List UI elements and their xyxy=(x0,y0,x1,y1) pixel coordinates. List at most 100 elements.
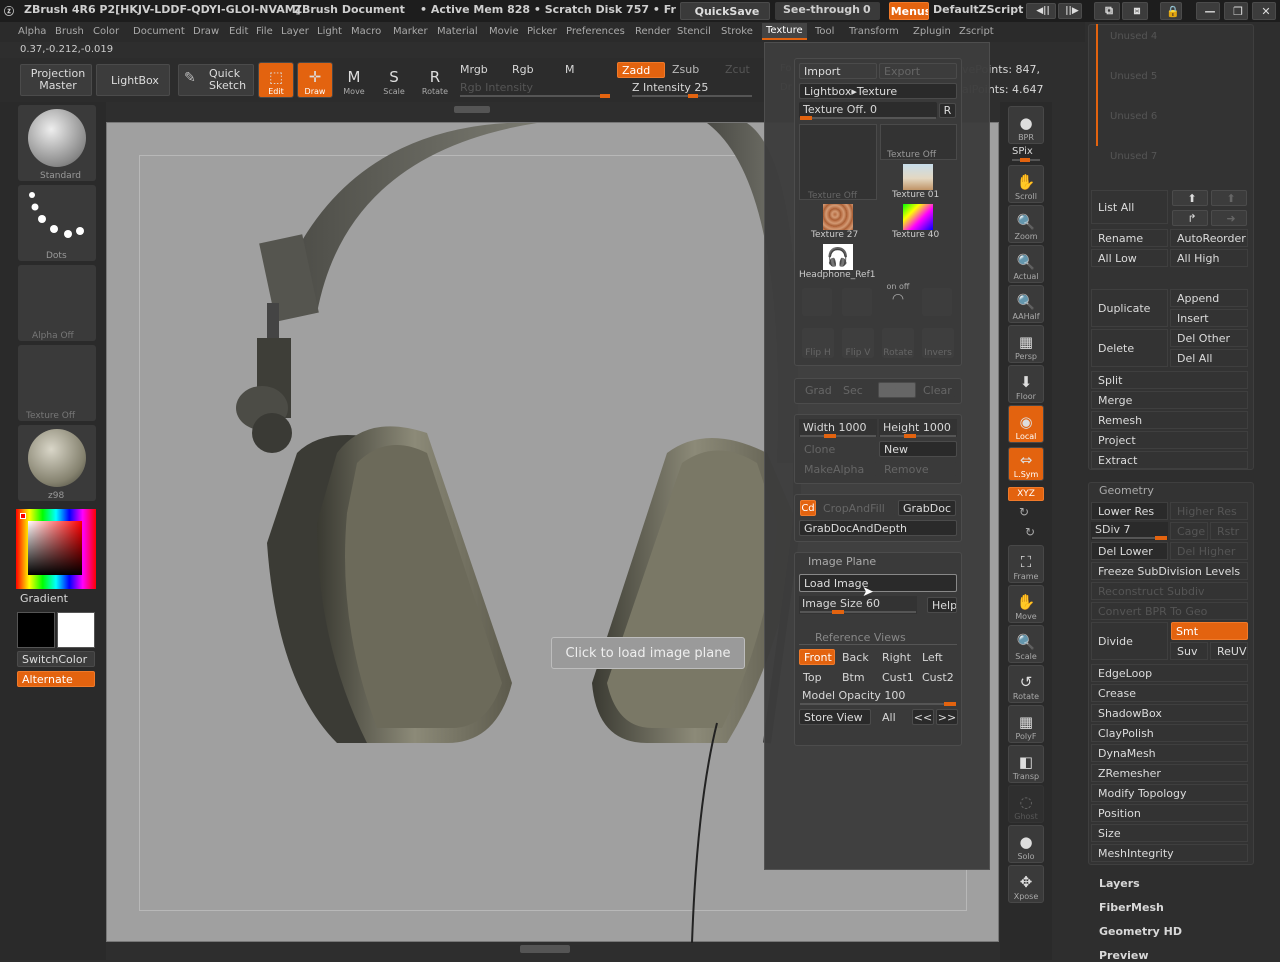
subtool-slot-5[interactable]: Unused 5 xyxy=(1110,71,1157,82)
move-view-button[interactable]: ✋ Move xyxy=(1008,585,1044,623)
quicksave-button[interactable]: QuickSave xyxy=(680,2,770,20)
bpr-button[interactable]: ● BPR xyxy=(1008,106,1044,144)
reference-views-header[interactable]: Reference Views xyxy=(815,631,906,644)
next-view-button[interactable]: >> xyxy=(936,709,958,725)
spix-track[interactable] xyxy=(1012,158,1040,162)
menu-render[interactable]: Render xyxy=(635,26,671,37)
texture-index-track[interactable] xyxy=(800,116,936,120)
lower-res-button[interactable]: Lower Res xyxy=(1091,502,1168,520)
remove-button[interactable]: Remove xyxy=(879,461,957,477)
lock-icon[interactable]: 🔒 xyxy=(1160,2,1182,20)
rotate-mode-button[interactable]: R Rotate xyxy=(417,62,453,98)
menu-layer[interactable]: Layer xyxy=(281,26,309,37)
scale-mode-button[interactable]: S Scale xyxy=(376,62,412,98)
on-off-toggle[interactable]: on off ◠ xyxy=(882,282,914,316)
dynamesh-menu[interactable]: DynaMesh xyxy=(1091,744,1248,762)
sdiv-track[interactable] xyxy=(1092,536,1167,540)
menu-stroke[interactable]: Stroke xyxy=(721,26,753,37)
xyz-button[interactable]: XYZ xyxy=(1008,487,1044,501)
menu-texture[interactable]: Texture xyxy=(762,23,807,40)
remesh-button[interactable]: Remesh xyxy=(1091,411,1248,429)
polyf-button[interactable]: ▦ PolyF xyxy=(1008,705,1044,743)
rgb-intensity-track[interactable] xyxy=(460,94,610,98)
zadd-button[interactable]: Zadd xyxy=(617,62,665,78)
merge-button[interactable]: Merge xyxy=(1091,391,1248,409)
shadowbox-menu[interactable]: ShadowBox xyxy=(1091,704,1248,722)
menu-light[interactable]: Light xyxy=(317,26,342,37)
scroll-right-icon[interactable]: ||▶ xyxy=(1058,3,1082,19)
del-other-button[interactable]: Del Other xyxy=(1170,329,1248,347)
switchcolor-button[interactable]: SwitchColor xyxy=(17,651,95,667)
scale-view-button[interactable]: 🔍 Scale xyxy=(1008,625,1044,663)
help-button[interactable]: Help xyxy=(927,597,957,613)
move-up-icon[interactable]: ⬆ xyxy=(1172,190,1208,206)
clear-button[interactable]: Clear xyxy=(918,382,956,398)
texture-thumb-27[interactable]: Texture 27 xyxy=(799,202,877,240)
subtool-slot-4[interactable]: Unused 4 xyxy=(1110,31,1157,42)
previous-view-button[interactable]: << xyxy=(912,709,934,725)
menu-stencil[interactable]: Stencil xyxy=(677,26,711,37)
size-menu[interactable]: Size xyxy=(1091,824,1248,842)
menu-document[interactable]: Document xyxy=(133,26,185,37)
invert-button[interactable]: Invers xyxy=(922,328,954,358)
left-view-button[interactable]: Left xyxy=(922,651,943,664)
geometry-header[interactable]: Geometry xyxy=(1099,484,1154,497)
extract-button[interactable]: Extract xyxy=(1091,451,1248,469)
edgeloop-menu[interactable]: EdgeLoop xyxy=(1091,664,1248,682)
reuv-button[interactable]: ReUV xyxy=(1210,642,1248,660)
autoreorder-button[interactable]: AutoReorder xyxy=(1170,229,1248,247)
shelf-collapse-handle[interactable] xyxy=(454,106,490,113)
solo-button[interactable]: ● Solo xyxy=(1008,825,1044,863)
grabdoc-button[interactable]: GrabDoc xyxy=(898,500,956,516)
cd-toggle[interactable]: Cd xyxy=(800,500,816,516)
preview-subpalette[interactable]: Preview xyxy=(1099,949,1149,962)
aahalf-button[interactable]: 🔍 AAHalf xyxy=(1008,285,1044,323)
rgb-button[interactable]: Rgb xyxy=(512,63,534,76)
subtool-slot-7[interactable]: Unused 7 xyxy=(1110,151,1157,162)
cropandfill-button[interactable]: CropAndFill xyxy=(818,500,896,516)
subtool-list-scrollbar[interactable] xyxy=(1096,24,1098,146)
modify-topology-menu[interactable]: Modify Topology xyxy=(1091,784,1248,802)
stroke-selector[interactable]: Dots xyxy=(18,185,96,261)
color-cursor[interactable] xyxy=(20,513,26,519)
actual-button[interactable]: 🔍 Actual xyxy=(1008,245,1044,283)
texture-tool-icon-2[interactable] xyxy=(842,288,872,316)
lightbox-button[interactable]: LightBox xyxy=(96,64,170,96)
suv-toggle[interactable]: Suv xyxy=(1170,642,1208,660)
texture-selector[interactable]: Texture Off xyxy=(18,345,96,421)
default-zscript-button[interactable]: DefaultZScript xyxy=(933,3,1023,16)
delete-button[interactable]: Delete xyxy=(1091,329,1168,367)
menu-brush[interactable]: Brush xyxy=(55,26,84,37)
image-plane-header[interactable]: Image Plane xyxy=(808,555,876,568)
mrgb-button[interactable]: Mrgb xyxy=(460,63,488,76)
menu-zscript[interactable]: Zscript xyxy=(959,26,994,37)
draw-mode-button[interactable]: ✛ Draw xyxy=(297,62,333,98)
primary-color-swatch[interactable] xyxy=(17,612,55,648)
z-intensity-track[interactable] xyxy=(632,94,752,98)
r-button[interactable]: R xyxy=(939,103,956,118)
insert-button[interactable]: Insert xyxy=(1170,309,1248,327)
menu-zplugin[interactable]: Zplugin xyxy=(913,26,951,37)
flip-v-button[interactable]: Flip V xyxy=(842,328,874,358)
edit-mode-button[interactable]: ⬚ Edit xyxy=(258,62,294,98)
rotate-axis-icon[interactable]: ↻ xyxy=(1019,505,1029,519)
xpose-button[interactable]: ✥ Xpose xyxy=(1008,865,1044,903)
close-icon[interactable]: ✕ xyxy=(1252,2,1276,20)
subtool-slot-6[interactable]: Unused 6 xyxy=(1110,111,1157,122)
menu-transform[interactable]: Transform xyxy=(849,26,899,37)
move-mode-button[interactable]: M Move xyxy=(336,62,372,98)
meshintegrity-menu[interactable]: MeshIntegrity xyxy=(1091,844,1248,862)
all-high-button[interactable]: All High xyxy=(1170,249,1248,267)
del-higher-button[interactable]: Del Higher xyxy=(1170,542,1248,560)
smt-toggle[interactable]: Smt xyxy=(1171,622,1248,640)
image-size-track[interactable] xyxy=(800,610,916,614)
gradient-label[interactable]: Gradient xyxy=(20,592,68,605)
material-selector[interactable]: z98 xyxy=(18,425,96,501)
bottom-shelf-handle[interactable] xyxy=(520,945,570,953)
texture-tool-icon-1[interactable] xyxy=(802,288,832,316)
persp-button[interactable]: ▦ Persp xyxy=(1008,325,1044,363)
m-button[interactable]: M xyxy=(565,63,575,76)
rotate-axis-alt-icon[interactable]: ↻ xyxy=(1025,525,1035,539)
menu-alpha[interactable]: Alpha xyxy=(18,26,46,37)
front-view-button[interactable]: Front xyxy=(799,649,835,665)
